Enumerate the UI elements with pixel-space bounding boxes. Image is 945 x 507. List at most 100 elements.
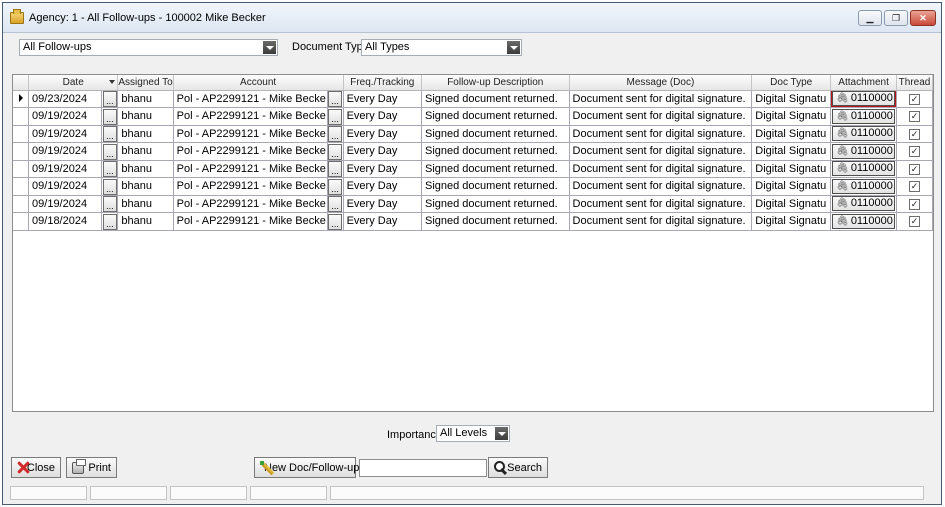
row-selector[interactable] xyxy=(13,90,30,108)
cell-date[interactable]: 09/19/2024 xyxy=(28,142,103,161)
cell-freq-tracking[interactable]: Every Day xyxy=(343,212,423,231)
cell-account[interactable]: Pol - AP2299121 - Mike Becke xyxy=(173,107,328,126)
cell-follow-up-description[interactable]: Signed document returned. xyxy=(421,107,570,126)
cell-message-doc[interactable]: Document sent for digital signature. xyxy=(569,212,753,231)
search-button[interactable]: Search xyxy=(488,457,548,478)
cell-account[interactable]: Pol - AP2299121 - Mike Becke xyxy=(173,177,328,196)
cell-message-doc[interactable]: Document sent for digital signature. xyxy=(569,125,753,143)
row-selector[interactable] xyxy=(13,142,30,161)
cell-account[interactable]: Pol - AP2299121 - Mike Becke xyxy=(173,125,328,143)
cell-account[interactable]: Pol - AP2299121 - Mike Becke xyxy=(173,212,328,231)
cell-assigned-to[interactable]: bhanu xyxy=(117,142,174,161)
thread-checkbox[interactable]: ✓ xyxy=(909,163,921,175)
thread-checkbox[interactable]: ✓ xyxy=(909,216,921,228)
account-lookup-button[interactable]: ... xyxy=(328,213,343,230)
cell-assigned-to[interactable]: bhanu xyxy=(117,212,174,231)
cell-assigned-to[interactable]: bhanu xyxy=(117,177,174,196)
attachment-button[interactable]: 🖇 0110000 xyxy=(832,196,896,212)
cell-freq-tracking[interactable]: Every Day xyxy=(343,177,423,196)
cell-follow-up-description[interactable]: Signed document returned. xyxy=(421,142,570,161)
cell-account[interactable]: Pol - AP2299121 - Mike Becke xyxy=(173,195,328,213)
print-button[interactable]: Print xyxy=(66,457,117,478)
cell-freq-tracking[interactable]: Every Day xyxy=(343,160,423,178)
minimize-button[interactable]: ▁ xyxy=(858,10,882,26)
thread-checkbox[interactable]: ✓ xyxy=(909,93,921,105)
row-selector[interactable] xyxy=(13,212,30,231)
row-selector[interactable] xyxy=(13,107,30,126)
cell-assigned-to[interactable]: bhanu xyxy=(117,90,174,108)
date-picker-button[interactable]: ... xyxy=(102,196,117,212)
cell-doc-type[interactable]: Digital Signatu xyxy=(751,160,832,178)
cell-date[interactable]: 09/18/2024 xyxy=(28,212,103,231)
title-bar[interactable]: Agency: 1 - All Follow-ups - 100002 Mike… xyxy=(3,3,941,33)
table-row[interactable]: 09/19/2024... bhanu Pol - AP2299121 - Mike… xyxy=(13,142,933,161)
cell-date[interactable]: 09/19/2024 xyxy=(28,177,103,196)
table-row[interactable]: 09/19/2024... bhanu Pol - AP2299121 - Mike… xyxy=(13,107,933,126)
cell-assigned-to[interactable]: bhanu xyxy=(117,125,174,143)
cell-freq-tracking[interactable]: Every Day xyxy=(343,90,423,108)
search-input[interactable] xyxy=(359,459,487,477)
thread-checkbox[interactable]: ✓ xyxy=(909,128,921,140)
cell-account[interactable]: Pol - AP2299121 - Mike Becke xyxy=(173,90,328,108)
cell-assigned-to[interactable]: bhanu xyxy=(117,107,174,126)
new-doc-follow-up-button[interactable]: New Doc/Follow-up xyxy=(254,457,359,478)
thread-checkbox[interactable]: ✓ xyxy=(909,111,921,123)
cell-follow-up-description[interactable]: Signed document returned. xyxy=(421,212,570,231)
table-row[interactable]: 09/18/2024... bhanu Pol - AP2299121 - Mike… xyxy=(13,212,933,231)
cell-account[interactable]: Pol - AP2299121 - Mike Becke xyxy=(173,160,328,178)
cell-message-doc[interactable]: Document sent for digital signature. xyxy=(569,90,753,108)
cell-doc-type[interactable]: Digital Signatu xyxy=(751,125,832,143)
cell-message-doc[interactable]: Document sent for digital signature. xyxy=(569,107,753,126)
cell-message-doc[interactable]: Document sent for digital signature. xyxy=(569,142,753,161)
row-selector[interactable] xyxy=(13,125,30,143)
account-lookup-button[interactable]: ... xyxy=(328,196,343,212)
table-row[interactable]: 09/19/2024... bhanu Pol - AP2299121 - Mike… xyxy=(13,177,933,196)
attachment-button[interactable]: 🖇 0110000 xyxy=(832,126,896,142)
cell-date[interactable]: 09/19/2024 xyxy=(28,195,103,213)
cell-date[interactable]: 09/19/2024 xyxy=(28,107,103,126)
attachment-button[interactable]: 🖇 0110000 xyxy=(832,178,896,194)
date-picker-button[interactable]: ... xyxy=(102,161,117,177)
table-row[interactable]: 09/23/2024... bhanu Pol - AP2299121 - Mike… xyxy=(13,90,933,108)
cell-doc-type[interactable]: Digital Signatu xyxy=(751,212,832,231)
column-header-follow-up-description[interactable]: Follow-up Description xyxy=(421,75,570,91)
thread-checkbox[interactable]: ✓ xyxy=(909,146,921,158)
cell-follow-up-description[interactable]: Signed document returned. xyxy=(421,195,570,213)
cell-follow-up-description[interactable]: Signed document returned. xyxy=(421,177,570,196)
cell-assigned-to[interactable]: bhanu xyxy=(117,195,174,213)
column-header-thread[interactable]: Thread xyxy=(896,75,933,91)
attachment-button[interactable]: 🖇 0110000 xyxy=(832,161,896,177)
account-lookup-button[interactable]: ... xyxy=(328,108,343,125)
cell-freq-tracking[interactable]: Every Day xyxy=(343,142,423,161)
cell-freq-tracking[interactable]: Every Day xyxy=(343,107,423,126)
account-lookup-button[interactable]: ... xyxy=(328,143,343,160)
row-selector[interactable] xyxy=(13,160,30,178)
date-picker-button[interactable]: ... xyxy=(102,143,117,160)
row-selector[interactable] xyxy=(13,177,30,196)
account-lookup-button[interactable]: ... xyxy=(328,161,343,177)
account-lookup-button[interactable]: ... xyxy=(328,126,343,142)
account-lookup-button[interactable]: ... xyxy=(328,178,343,195)
close-window-button[interactable]: ✕ xyxy=(910,10,936,26)
thread-checkbox[interactable]: ✓ xyxy=(909,181,921,193)
column-header-attachment[interactable]: Attachment xyxy=(830,75,898,91)
column-header-freq-tracking[interactable]: Freq./Tracking xyxy=(343,75,423,91)
column-header-account[interactable]: Account xyxy=(173,75,344,91)
close-button[interactable]: Close xyxy=(11,457,61,478)
importance-select[interactable]: All Levels xyxy=(436,425,510,442)
chevron-down-icon[interactable] xyxy=(495,427,508,440)
column-header-date[interactable]: Date xyxy=(28,75,119,91)
date-picker-button[interactable]: ... xyxy=(102,108,117,125)
cell-account[interactable]: Pol - AP2299121 - Mike Becke xyxy=(173,142,328,161)
cell-assigned-to[interactable]: bhanu xyxy=(117,160,174,178)
cell-date[interactable]: 09/19/2024 xyxy=(28,160,103,178)
table-row[interactable]: 09/19/2024... bhanu Pol - AP2299121 - Mike… xyxy=(13,125,933,143)
date-picker-button[interactable]: ... xyxy=(102,126,117,142)
date-picker-button[interactable]: ... xyxy=(102,213,117,230)
cell-date[interactable]: 09/19/2024 xyxy=(28,125,103,143)
cell-date[interactable]: 09/23/2024 xyxy=(28,90,103,108)
cell-doc-type[interactable]: Digital Signatu xyxy=(751,177,832,196)
cell-follow-up-description[interactable]: Signed document returned. xyxy=(421,125,570,143)
chevron-down-icon[interactable] xyxy=(507,41,520,54)
column-header-assigned-to[interactable]: Assigned To xyxy=(117,75,174,91)
